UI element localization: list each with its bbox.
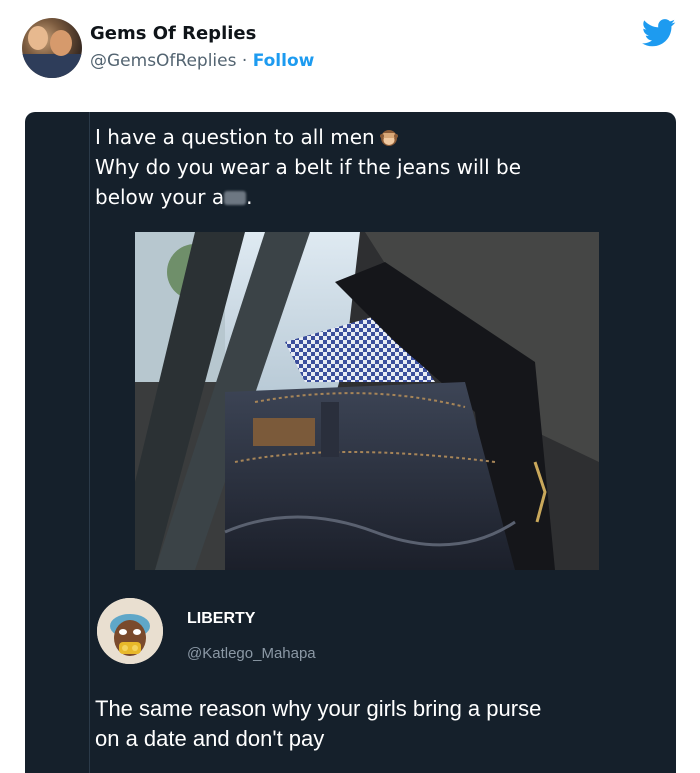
thread-line xyxy=(89,112,90,773)
tweet-header: Gems Of Replies @GemsOfReplies · Follow xyxy=(0,0,700,100)
photo-jeans-belt-back[interactable] xyxy=(135,232,599,570)
author-handle[interactable]: @GemsOfReplies xyxy=(90,51,236,71)
question-line-2: Why do you wear a belt if the jeans will… xyxy=(95,155,521,179)
author-avatar[interactable] xyxy=(22,18,82,78)
question-line-3: below your a. xyxy=(95,185,253,209)
author-handle-row: @GemsOfReplies · Follow xyxy=(90,51,314,71)
embedded-screenshot: I have a question to all men Why do you … xyxy=(25,112,676,773)
reply-avatar[interactable] xyxy=(97,598,163,664)
separator-dot: · xyxy=(236,51,253,71)
question-line-1: I have a question to all men xyxy=(95,122,655,152)
monkey-covering-eyes-emoji xyxy=(379,126,399,148)
reply-text: The same reason why your girls bring a p… xyxy=(95,694,665,754)
twitter-bird-icon[interactable] xyxy=(642,19,676,47)
reply-display-name[interactable]: LIBERTY xyxy=(187,610,255,628)
question-text: I have a question to all men Why do you … xyxy=(95,122,655,212)
follow-button[interactable]: Follow xyxy=(253,51,315,71)
reply-handle[interactable]: @Katlego_Mahapa xyxy=(187,645,316,662)
reply-line-2: on a date and don't pay xyxy=(95,726,325,751)
reply-line-1: The same reason why your girls bring a p… xyxy=(95,696,542,721)
author-display-name[interactable]: Gems Of Replies xyxy=(90,23,256,44)
blurred-word xyxy=(224,191,247,205)
